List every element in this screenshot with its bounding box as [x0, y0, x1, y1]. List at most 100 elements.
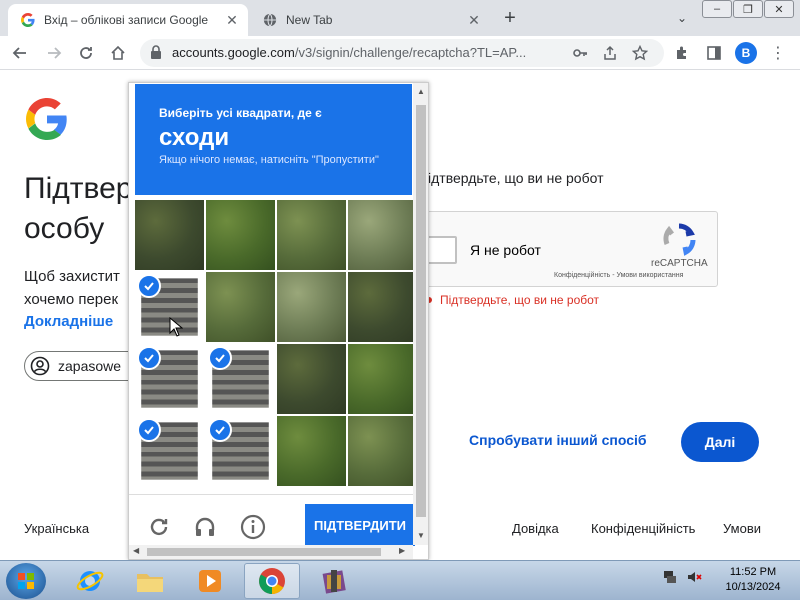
challenge-tile[interactable]: [135, 416, 204, 486]
globe-icon: [262, 12, 278, 28]
back-arrow-icon[interactable]: [8, 41, 32, 65]
kebab-menu-icon[interactable]: ⋮: [766, 41, 790, 65]
tab-new-tab[interactable]: New Tab ✕: [250, 4, 490, 36]
checkmark-icon: [208, 346, 232, 370]
share-icon[interactable]: [598, 41, 622, 65]
recaptcha-challenge: Виберіть усі квадрати, де є сходи Якщо н…: [128, 82, 429, 560]
horizontal-scrollbar[interactable]: ◀ ▶: [129, 545, 413, 559]
try-another-way-link[interactable]: Спробувати інший спосіб: [469, 432, 647, 448]
tab-title: New Tab: [286, 13, 333, 27]
star-icon[interactable]: [628, 41, 652, 65]
image-grid: [135, 200, 417, 488]
tile-image: [348, 416, 417, 486]
system-clock[interactable]: 11:52 PM 10/13/2024: [714, 565, 792, 595]
reload-icon[interactable]: [74, 41, 98, 65]
learn-more-link[interactable]: Докладніше: [24, 313, 113, 330]
challenge-tile[interactable]: [277, 344, 346, 414]
recaptcha-terms-link[interactable]: Конфіденційність - Умови використання: [554, 272, 683, 279]
vertical-scrollbar[interactable]: ▲ ▼: [413, 83, 428, 545]
tile-image: [348, 272, 417, 342]
tile-image: [277, 344, 346, 414]
maximize-button[interactable]: ❐: [733, 0, 763, 18]
error-text: Підтвердьте, що ви не робот: [440, 293, 600, 307]
tab-close-icon[interactable]: ✕: [222, 10, 242, 30]
file-explorer-icon[interactable]: [122, 563, 178, 599]
error-message: Підтвердьте, що ви не робот: [426, 293, 599, 307]
home-icon[interactable]: [106, 41, 130, 65]
recaptcha-widget: Я не робот reCAPTCHA Конфіденційність - …: [416, 211, 718, 287]
challenge-hint: Якщо нічого немає, натисніть "Пропустити…: [159, 154, 379, 166]
minimize-button[interactable]: –: [702, 0, 732, 18]
challenge-tile[interactable]: [135, 200, 204, 270]
footer-help-link[interactable]: Довідка: [512, 521, 559, 536]
reload-challenge-icon[interactable]: [145, 513, 173, 541]
challenge-tile[interactable]: [135, 344, 204, 414]
divider: [129, 494, 419, 495]
challenge-instruction: Виберіть усі квадрати, де є: [159, 106, 322, 120]
chrome-icon[interactable]: [244, 563, 300, 599]
scroll-right-icon[interactable]: ▶: [399, 546, 405, 555]
challenge-tile[interactable]: [348, 416, 417, 486]
tile-image: [277, 200, 346, 270]
key-icon[interactable]: [568, 41, 592, 65]
checkmark-icon: [137, 418, 161, 442]
challenge-tile[interactable]: [277, 416, 346, 486]
next-button[interactable]: Далі: [681, 422, 759, 462]
scroll-down-icon[interactable]: ▼: [417, 531, 425, 540]
tab-close-icon[interactable]: ✕: [464, 10, 484, 30]
recaptcha-label: Я не робот: [470, 242, 541, 258]
recaptcha-checkbox[interactable]: [427, 236, 457, 264]
challenge-tile[interactable]: [206, 344, 275, 414]
extensions-puzzle-icon[interactable]: [670, 41, 694, 65]
recaptcha-instruction: ідтвердьте, що ви не робот: [428, 170, 604, 186]
lock-icon[interactable]: [150, 45, 164, 61]
footer-terms-link[interactable]: Умови: [723, 521, 761, 536]
scrollbar-thumb[interactable]: [416, 105, 426, 517]
scrollbar-thumb[interactable]: [147, 548, 381, 556]
google-logo-icon: [26, 98, 68, 140]
challenge-tile[interactable]: [348, 200, 417, 270]
scroll-left-icon[interactable]: ◀: [133, 546, 139, 555]
recaptcha-brand: reCAPTCHA: [651, 258, 708, 269]
address-bar[interactable]: accounts.google.com/v3/signin/challenge/…: [140, 39, 664, 67]
challenge-tile[interactable]: [206, 200, 275, 270]
language-selector[interactable]: Українська: [24, 521, 89, 536]
checkmark-icon: [208, 418, 232, 442]
media-player-icon[interactable]: [182, 563, 238, 599]
forward-arrow-icon[interactable]: [42, 41, 66, 65]
internet-explorer-icon[interactable]: [62, 563, 118, 599]
tab-google-signin[interactable]: Вхід – облікові записи Google ✕: [8, 4, 248, 36]
challenge-header: Виберіть усі квадрати, де є сходи Якщо н…: [135, 84, 412, 195]
account-email: zapasowe: [58, 358, 122, 374]
google-favicon-icon: [20, 12, 36, 28]
challenge-tile[interactable]: [348, 272, 417, 342]
chevron-down-icon[interactable]: ⌄: [672, 8, 692, 28]
challenge-target: сходи: [159, 124, 230, 151]
verify-button[interactable]: ПІДТВЕРДИТИ: [305, 504, 415, 546]
challenge-tile[interactable]: [206, 272, 275, 342]
volume-muted-icon[interactable]: [686, 569, 702, 590]
tab-strip: Вхід – облікові записи Google ✕ New Tab …: [0, 0, 800, 36]
start-button[interactable]: [6, 563, 46, 599]
close-button[interactable]: ✕: [764, 0, 794, 18]
winrar-icon[interactable]: [306, 563, 362, 599]
headphones-icon[interactable]: [191, 513, 219, 541]
tile-image: [348, 200, 417, 270]
clock-date: 10/13/2024: [725, 581, 781, 593]
side-panel-icon[interactable]: [702, 41, 726, 65]
challenge-tile[interactable]: [206, 416, 275, 486]
footer-privacy-link[interactable]: Конфіденційність: [591, 521, 695, 536]
checkmark-icon: [137, 346, 161, 370]
info-icon[interactable]: [239, 513, 267, 541]
profile-avatar[interactable]: B: [735, 42, 757, 64]
challenge-tile[interactable]: [348, 344, 417, 414]
scroll-up-icon[interactable]: ▲: [417, 87, 425, 96]
challenge-tile[interactable]: [277, 272, 346, 342]
network-icon[interactable]: [662, 569, 678, 590]
challenge-tile[interactable]: [277, 200, 346, 270]
url-text: accounts.google.com/v3/signin/challenge/…: [172, 45, 527, 60]
system-tray: [662, 569, 702, 590]
tile-image: [277, 416, 346, 486]
account-circle-icon: [30, 356, 50, 376]
new-tab-icon[interactable]: +: [498, 6, 522, 30]
